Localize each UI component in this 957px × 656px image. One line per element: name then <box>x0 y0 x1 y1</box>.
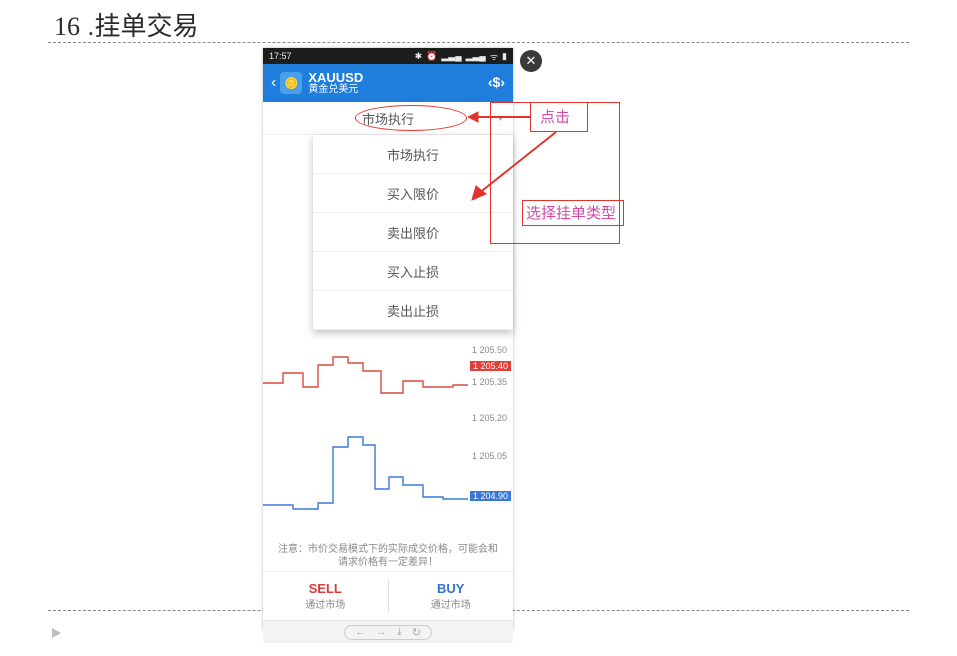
signal2-icon: ▂▃▄ <box>466 51 486 62</box>
divider-top <box>48 42 909 43</box>
app-bar: ‹ 🪙 XAUUSD 黄金兑美元 ‹$› <box>263 64 513 102</box>
action-buttons: SELL 通过市场 BUY 通过市场 <box>263 571 513 620</box>
option-buy-stop[interactable]: 买入止损 <box>313 252 513 291</box>
nav-dl-icon[interactable]: ⤓ <box>397 626 402 639</box>
ylabel: 1 205.20 <box>472 413 507 423</box>
y-axis-labels: 1 205.50 1 205.35 1 205.20 1 205.05 <box>469 327 509 537</box>
slide-number: 16 <box>54 12 80 41</box>
bid-price-tag: 1 204.90 <box>470 491 511 501</box>
slide-title: 16 .挂单交易 <box>54 6 198 43</box>
nav-back-icon[interactable]: ← <box>355 626 366 638</box>
annotation-label-click: 点击 <box>540 106 570 127</box>
sell-sub: 通过市场 <box>305 596 345 611</box>
ask-price-tag: 1 205.40 <box>470 361 511 371</box>
appbar-titles: XAUUSD 黄金兑美元 <box>308 71 363 95</box>
slide-title-text: 挂单交易 <box>94 11 198 41</box>
play-bullet-icon <box>52 628 61 638</box>
phone-nav-bar: ← → ⤓ ↻ <box>263 620 513 643</box>
buy-button[interactable]: BUY 通过市场 <box>389 572 514 620</box>
symbol-code: XAUUSD <box>308 71 363 85</box>
ylabel: 1 205.35 <box>472 377 507 387</box>
bluetooth-icon: ✱ <box>415 51 423 62</box>
symbol-name: 黄金兑美元 <box>308 85 363 96</box>
signal-icon: ▂▃▄ <box>441 51 461 62</box>
swap-icon[interactable]: ‹$› <box>488 74 505 90</box>
back-icon[interactable]: ‹ <box>271 74 276 92</box>
annotation-arrow-choose <box>466 128 566 206</box>
status-right: ✱ ⏰ ▂▃▄ ▂▃▄ ᯤ ▮ <box>415 50 507 63</box>
nav-reload-icon[interactable]: ↻ <box>412 626 421 639</box>
status-time: 17:57 <box>269 51 292 61</box>
alarm-icon: ⏰ <box>426 51 437 62</box>
disclaimer-text: 注意：市价交易模式下的实际成交价格，可能会和请求价格有一定差异！ <box>263 537 513 571</box>
close-icon[interactable]: ✕ <box>520 50 542 72</box>
sell-button[interactable]: SELL 通过市场 <box>263 572 388 620</box>
instrument-icon: 🪙 <box>280 72 302 94</box>
annotation-arrow-click <box>468 108 532 126</box>
option-sell-stop[interactable]: 卖出止损 <box>313 291 513 330</box>
sell-label: SELL <box>309 581 342 596</box>
nav-fwd-icon[interactable]: → <box>376 626 387 638</box>
wifi-icon: ᯤ <box>490 50 498 63</box>
ylabel: 1 205.50 <box>472 345 507 355</box>
buy-label: BUY <box>437 581 464 596</box>
battery-icon: ▮ <box>502 51 507 62</box>
status-bar: 17:57 ✱ ⏰ ▂▃▄ ▂▃▄ ᯤ ▮ <box>263 48 513 64</box>
annotation-oval-selector <box>355 105 467 131</box>
buy-sub: 通过市场 <box>431 596 471 611</box>
ylabel: 1 205.05 <box>472 451 507 461</box>
price-chart: 1 205.50 1 205.35 1 205.20 1 205.05 1 20… <box>263 327 513 537</box>
option-sell-limit[interactable]: 卖出限价 <box>313 213 513 252</box>
